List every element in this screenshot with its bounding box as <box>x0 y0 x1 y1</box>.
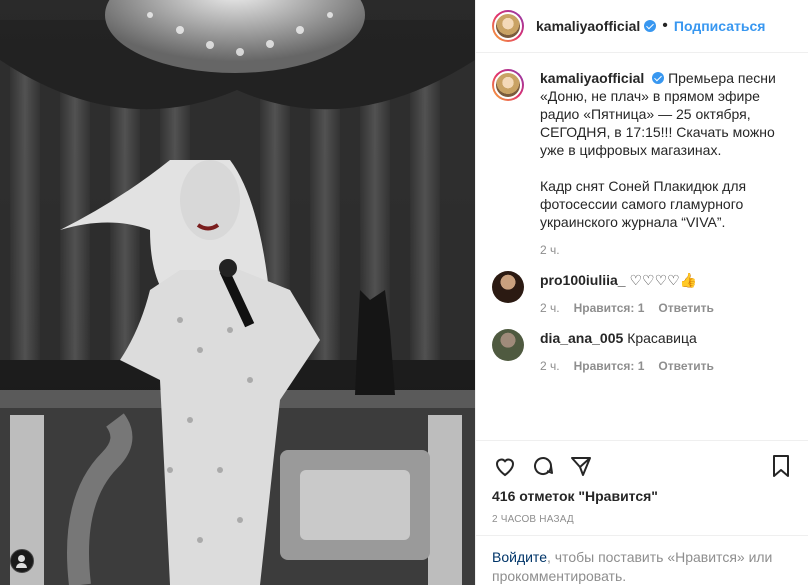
post-sidebar: kamaliyaofficial • Подписаться kamaliyao… <box>475 0 808 585</box>
login-prompt: Войдите, чтобы поставить «Нравится» или … <box>476 535 808 585</box>
comment-username[interactable]: pro100iuliia_ <box>540 272 626 288</box>
comment-time[interactable]: 2 ч. <box>540 357 560 375</box>
caption-text: Премьера песни «Доню, не плач» в прямом … <box>540 70 776 230</box>
comment-likes[interactable]: Нравится: 1 <box>574 299 645 317</box>
comment-avatar[interactable] <box>492 271 524 303</box>
username-link[interactable]: kamaliyaofficial <box>536 18 640 34</box>
share-icon[interactable] <box>568 454 594 478</box>
comment-item: dia_ana_005 Красавица 2 ч. Нравится: 1 О… <box>492 329 792 375</box>
login-link[interactable]: Войдите <box>492 549 547 565</box>
user-tag-icon[interactable] <box>10 549 34 573</box>
caption: kamaliyaofficial Премьера песни «Доню, н… <box>492 69 792 259</box>
avatar[interactable] <box>492 10 524 42</box>
caption-time[interactable]: 2 ч. <box>540 241 560 259</box>
likes-count[interactable]: 416 отметок "Нравится" <box>492 488 658 504</box>
comments-list: kamaliyaofficial Премьера песни «Доню, н… <box>476 53 808 433</box>
caption-username[interactable]: kamaliyaofficial <box>540 70 644 86</box>
separator-dot: • <box>662 17 668 34</box>
comment-username[interactable]: dia_ana_005 <box>540 330 623 346</box>
comment-time[interactable]: 2 ч. <box>540 299 560 317</box>
posted-time[interactable]: 2 часов назад <box>492 514 574 525</box>
verified-icon <box>644 20 657 32</box>
comment-item: pro100iuliia_ ♡♡♡♡👍 2 ч. Нравится: 1 Отв… <box>492 271 792 317</box>
follow-button[interactable]: Подписаться <box>674 18 766 34</box>
post-photo[interactable] <box>0 0 475 585</box>
reply-button[interactable]: Ответить <box>658 299 713 317</box>
bookmark-icon[interactable] <box>770 454 792 478</box>
action-bar <box>492 450 792 482</box>
reply-button[interactable]: Ответить <box>658 357 713 375</box>
comment-likes[interactable]: Нравится: 1 <box>574 357 645 375</box>
divider <box>476 440 808 441</box>
caption-avatar[interactable] <box>492 69 524 101</box>
comment-text: Красавица <box>627 330 697 346</box>
comment-icon[interactable] <box>530 454 556 478</box>
verified-icon <box>652 72 665 84</box>
photo-illustration <box>0 0 475 585</box>
comment-avatar[interactable] <box>492 329 524 361</box>
comment-text: ♡♡♡♡👍 <box>629 272 698 288</box>
heart-icon[interactable] <box>492 454 518 478</box>
post-header: kamaliyaofficial • Подписаться <box>476 0 808 53</box>
